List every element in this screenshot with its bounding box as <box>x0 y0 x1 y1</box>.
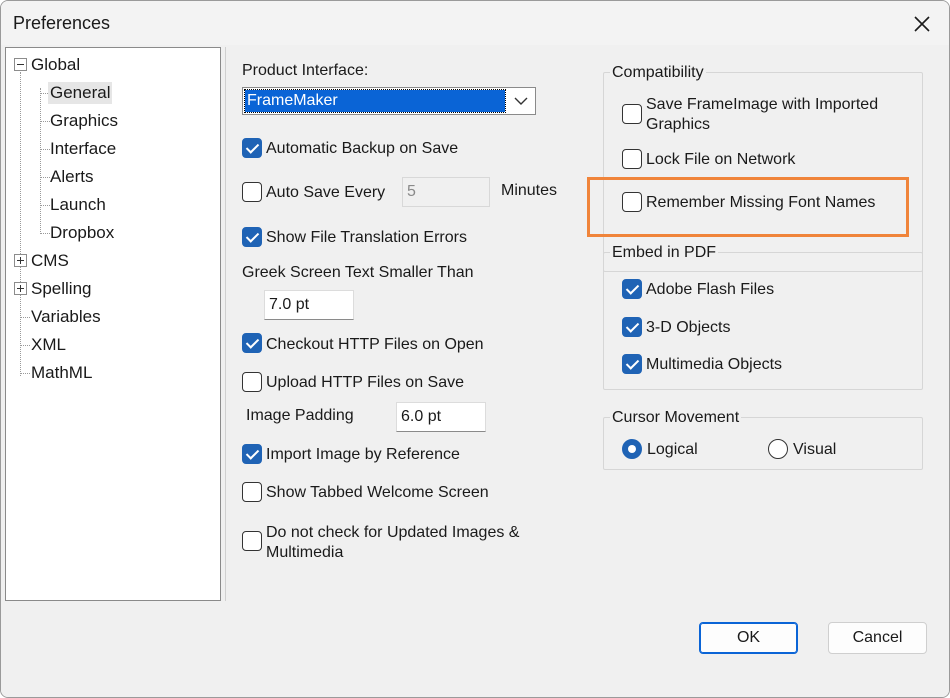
tree-connector <box>20 317 30 318</box>
auto-save-checkbox[interactable] <box>242 182 262 202</box>
show-file-translation-errors-checkbox[interactable] <box>242 227 262 247</box>
chevron-down-icon <box>514 97 528 105</box>
save-frameimage-label-line1: Save FrameImage with Imported <box>646 96 879 113</box>
lock-file-checkbox[interactable] <box>622 149 642 169</box>
embed-pdf-title: Embed in PDF <box>610 243 719 263</box>
multimedia-objects-checkbox[interactable] <box>622 354 642 374</box>
3d-objects-checkbox[interactable] <box>622 317 642 337</box>
show-tabbed-welcome-checkbox[interactable] <box>242 482 262 502</box>
auto-save-unit-label: Minutes <box>501 182 558 199</box>
save-frameimage-label-line2: Graphics <box>646 116 711 133</box>
dialog-title: Preferences <box>13 13 111 33</box>
show-file-translation-errors-label: Show File Translation Errors <box>266 229 467 246</box>
checkout-http-checkbox[interactable] <box>242 333 262 353</box>
image-padding-input[interactable]: 6.0 pt <box>396 402 486 432</box>
auto-save-minutes-input[interactable]: 5 <box>402 177 490 207</box>
checkout-http-label: Checkout HTTP Files on Open <box>266 336 484 353</box>
product-interface-value: FrameMaker <box>244 89 506 113</box>
expand-cms-icon[interactable] <box>14 254 27 267</box>
tree-connector <box>40 233 50 234</box>
adobe-flash-label: Adobe Flash Files <box>646 281 775 298</box>
tree-connector <box>20 72 21 376</box>
tree-connector <box>20 373 30 374</box>
cancel-button[interactable]: Cancel <box>828 622 927 654</box>
product-interface-label: Product Interface: <box>242 62 369 79</box>
general-settings-panel: Product Interface: FrameMaker Automatic … <box>225 47 945 601</box>
tree-item-general[interactable]: General <box>48 82 113 104</box>
tree-item-xml[interactable]: XML <box>31 334 66 356</box>
tree-connector <box>40 149 50 150</box>
close-button[interactable] <box>897 5 947 43</box>
tree-item-cms[interactable]: CMS <box>31 250 69 272</box>
import-image-by-reference-checkbox[interactable] <box>242 444 262 464</box>
import-image-by-reference-label: Import Image by Reference <box>266 446 460 463</box>
compatibility-title: Compatibility <box>610 63 706 83</box>
product-interface-select[interactable]: FrameMaker <box>242 87 536 115</box>
dialog-footer: OK Cancel <box>1 601 949 697</box>
logical-label: Logical <box>647 441 698 458</box>
tree-item-interface[interactable]: Interface <box>50 138 116 160</box>
greek-text-label: Greek Screen Text Smaller Than <box>242 264 474 281</box>
expand-spelling-icon[interactable] <box>14 282 27 295</box>
preferences-dialog: Preferences Global General Graphics Inte… <box>0 0 950 698</box>
cursor-movement-title: Cursor Movement <box>610 408 742 428</box>
logical-radio[interactable] <box>622 439 642 459</box>
tree-item-dropbox[interactable]: Dropbox <box>50 222 114 244</box>
save-frameimage-checkbox[interactable] <box>622 104 642 124</box>
adobe-flash-checkbox[interactable] <box>622 279 642 299</box>
upload-http-label: Upload HTTP Files on Save <box>266 374 465 391</box>
visual-label: Visual <box>793 441 837 458</box>
tree-item-launch[interactable]: Launch <box>50 194 106 216</box>
tree-item-graphics[interactable]: Graphics <box>50 110 118 132</box>
tree-connector <box>40 205 50 206</box>
tree-item-global[interactable]: Global <box>31 54 80 76</box>
automatic-backup-label: Automatic Backup on Save <box>266 140 459 157</box>
do-not-check-updated-checkbox[interactable] <box>242 531 262 551</box>
ok-button[interactable]: OK <box>699 622 798 654</box>
lock-file-label: Lock File on Network <box>646 151 796 168</box>
title-bar: Preferences <box>1 1 949 45</box>
tree-item-spelling[interactable]: Spelling <box>31 278 92 300</box>
image-padding-label: Image Padding <box>246 407 354 424</box>
show-tabbed-welcome-label: Show Tabbed Welcome Screen <box>266 484 489 501</box>
highlight-annotation <box>587 177 909 237</box>
upload-http-checkbox[interactable] <box>242 372 262 392</box>
collapse-global-icon[interactable] <box>14 58 27 71</box>
tree-connector <box>40 88 41 234</box>
tree-connector <box>40 121 50 122</box>
category-tree: Global General Graphics Interface Alerts… <box>5 47 221 601</box>
greek-text-size-input[interactable]: 7.0 pt <box>264 290 354 320</box>
visual-radio[interactable] <box>768 439 788 459</box>
3d-objects-label: 3-D Objects <box>646 319 731 336</box>
tree-item-mathml[interactable]: MathML <box>31 362 92 384</box>
close-icon <box>914 16 930 32</box>
tree-item-variables[interactable]: Variables <box>31 306 101 328</box>
do-not-check-updated-label-line1: Do not check for Updated Images & <box>266 524 520 541</box>
automatic-backup-checkbox[interactable] <box>242 138 262 158</box>
tree-connector <box>40 177 50 178</box>
multimedia-objects-label: Multimedia Objects <box>646 356 783 373</box>
auto-save-label: Auto Save Every <box>266 184 386 201</box>
tree-item-alerts[interactable]: Alerts <box>50 166 93 188</box>
do-not-check-updated-label-line2: Multimedia <box>266 544 344 561</box>
tree-connector <box>20 345 30 346</box>
